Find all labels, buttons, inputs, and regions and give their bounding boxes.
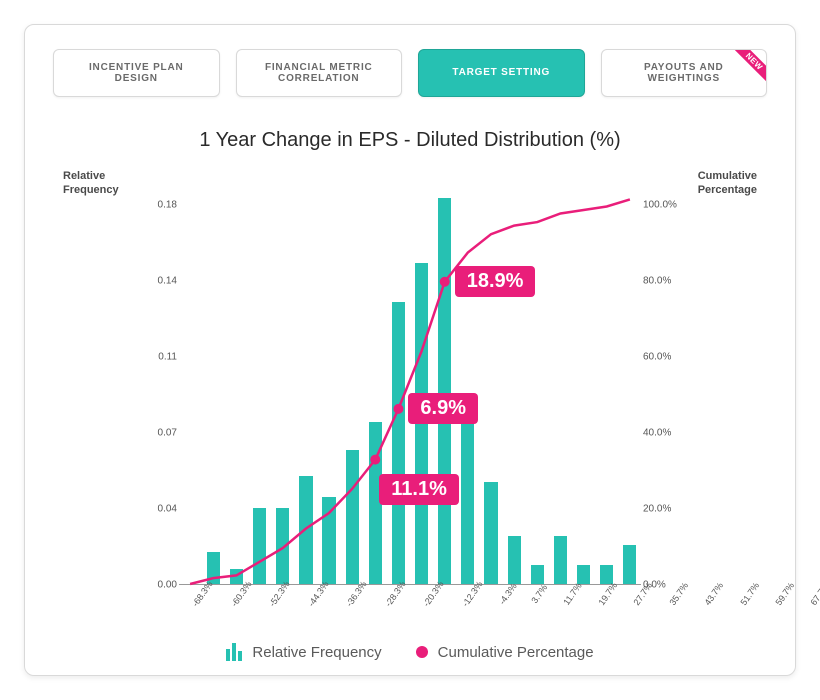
bar [346, 450, 359, 584]
tab-label: FINANCIAL METRIC CORRELATION [265, 62, 373, 85]
y-tick-left: 0.04 [158, 504, 177, 515]
y-tick-left: 0.14 [158, 276, 177, 287]
bar [230, 569, 243, 584]
dot-icon [416, 646, 428, 658]
y-tick-right: 80.0% [643, 276, 671, 287]
y-axis-left-label: Relative Frequency [63, 170, 133, 627]
legend-item-bars: Relative Frequency [226, 643, 381, 661]
bar [484, 482, 497, 584]
bar [392, 302, 405, 584]
y-axis-right-label: Cumulative Percentage [687, 170, 757, 627]
legend-bars-label: Relative Frequency [252, 644, 381, 661]
y-tick-left: 0.00 [158, 580, 177, 591]
tab-target[interactable]: TARGET SETTING [418, 49, 585, 97]
bars-icon [226, 643, 242, 661]
tab-correlation[interactable]: FINANCIAL METRIC CORRELATION [236, 49, 403, 97]
tab-label: PAYOUTS AND WEIGHTINGS [644, 62, 724, 85]
tab-label: INCENTIVE PLAN DESIGN [89, 62, 184, 85]
tab-payouts[interactable]: PAYOUTS AND WEIGHTINGSNEW [601, 49, 768, 97]
y-tick-right: 40.0% [643, 428, 671, 439]
bar [531, 565, 544, 585]
x-ticks: -68.3%-60.3%-52.3%-44.3%-36.3%-28.3%-20.… [179, 585, 641, 627]
callout: 11.1% [379, 474, 459, 505]
callout: 6.9% [408, 393, 478, 424]
y-ticks-left: 0.180.140.110.070.040.00 [139, 194, 179, 585]
callout: 18.9% [455, 266, 536, 297]
y-tick-right: 100.0% [643, 200, 677, 211]
y-tick-left: 0.18 [158, 200, 177, 211]
bar [461, 422, 474, 585]
legend-line-label: Cumulative Percentage [438, 644, 594, 661]
bar [299, 476, 312, 584]
tabs: INCENTIVE PLAN DESIGN FINANCIAL METRIC CO… [53, 49, 767, 97]
bars [179, 194, 641, 584]
chart-area: Relative Frequency 0.18 0.14 0.11 0.07 0.04 0… [53, 170, 767, 627]
new-ribbon: NEW [729, 49, 767, 87]
bar [554, 536, 567, 584]
plot-area: 11.1% 6.9% 18.9% [179, 194, 641, 585]
bar [508, 536, 521, 584]
bar [276, 508, 289, 584]
tab-incentive[interactable]: INCENTIVE PLAN DESIGN [53, 49, 220, 97]
legend: Relative Frequency Cumulative Percentage [53, 643, 767, 661]
legend-item-line: Cumulative Percentage [416, 644, 594, 661]
bar [623, 545, 636, 584]
y-tick-left: 0.07 [158, 428, 177, 439]
chart-title: 1 Year Change in EPS - Diluted Distribut… [53, 129, 767, 152]
y-tick-left: 0.11 [158, 352, 177, 363]
y-tick-right: 60.0% [643, 352, 671, 363]
y-ticks-right: 100.0%80.0%60.0%40.0%20.0%0.0% [641, 194, 681, 585]
bar [322, 497, 335, 584]
bar [253, 508, 266, 584]
y-tick-right: 20.0% [643, 504, 671, 515]
card: INCENTIVE PLAN DESIGN FINANCIAL METRIC CO… [24, 24, 796, 676]
bar [207, 552, 220, 584]
tab-label: TARGET SETTING [452, 67, 550, 79]
bar [438, 198, 451, 584]
bar [577, 565, 590, 585]
chart: 0.180.140.110.070.040.00 11.1%6.9%18.9% … [139, 170, 681, 627]
